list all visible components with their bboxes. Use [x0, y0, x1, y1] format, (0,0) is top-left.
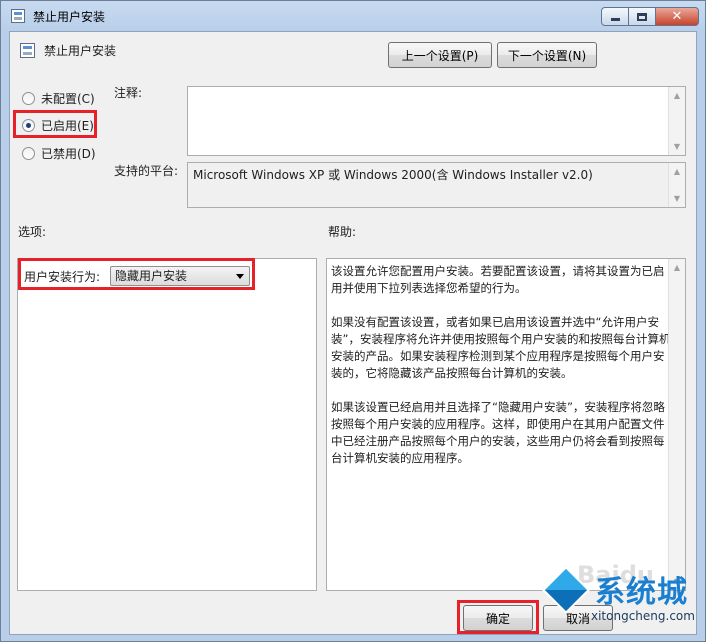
- scroll-down-icon[interactable]: ▼: [669, 190, 685, 207]
- help-scrollbar[interactable]: ▲ ▼: [668, 259, 685, 590]
- radio-label: 未配置(C): [41, 92, 95, 106]
- radio-circle[interactable]: [22, 147, 35, 160]
- maximize-button[interactable]: [628, 7, 656, 26]
- maximize-icon: [637, 12, 647, 21]
- radio-circle[interactable]: [22, 92, 35, 105]
- options-panel: 用户安装行为: 隐藏用户安装: [17, 258, 317, 591]
- title-bar[interactable]: 禁止用户安装 ✕: [1, 1, 705, 31]
- cancel-button[interactable]: 取消: [543, 605, 613, 631]
- scroll-up-icon[interactable]: ▲: [669, 163, 685, 180]
- comment-scrollbar[interactable]: ▲ ▼: [668, 87, 685, 155]
- help-paragraph: 如果该设置已经启用并且选择了“隐藏用户安装”，安装程序将忽略按照每个用户安装的应…: [331, 400, 665, 465]
- platform-field: Microsoft Windows XP 或 Windows 2000(含 Wi…: [187, 162, 686, 208]
- radio-not-configured[interactable]: 未配置(C): [22, 90, 95, 107]
- scroll-up-icon[interactable]: ▲: [669, 259, 685, 276]
- setting-name: 禁止用户安装: [44, 44, 117, 58]
- radio-disabled[interactable]: 已禁用(D): [22, 145, 96, 162]
- scroll-down-icon[interactable]: ▼: [669, 573, 685, 590]
- policy-setting-icon: [11, 9, 25, 23]
- policy-dialog-window: 禁止用户安装 ✕ 禁止用户安装 上一个设置(P) 下一个设置(N) 未配置(C)…: [0, 0, 706, 642]
- previous-setting-button[interactable]: 上一个设置(P): [388, 42, 492, 68]
- baidu-watermark: Baidu: [577, 561, 654, 589]
- platform-label: 支持的平台:: [114, 164, 179, 178]
- platform-scrollbar[interactable]: ▲ ▼: [668, 163, 685, 207]
- dialog-client-area: 禁止用户安装 上一个设置(P) 下一个设置(N) 未配置(C) 已启用(E) 已…: [9, 31, 697, 635]
- comment-textarea[interactable]: ▲ ▼: [187, 86, 686, 156]
- next-setting-button[interactable]: 下一个设置(N): [497, 42, 597, 68]
- help-text: 该设置允许您配置用户安装。若要配置该设置，请将其设置为已启用并使用下拉列表选择您…: [331, 263, 675, 484]
- close-button[interactable]: ✕: [655, 7, 699, 26]
- ok-highlight-box: [457, 600, 539, 634]
- minimize-button[interactable]: [601, 7, 629, 26]
- platform-value: Microsoft Windows XP 或 Windows 2000(含 Wi…: [193, 168, 593, 182]
- help-paragraph: 如果没有配置该设置，或者如果已启用该设置并选中“允许用户安装”，安装程序将允许并…: [331, 315, 671, 380]
- help-label: 帮助:: [328, 225, 357, 239]
- enabled-highlight-box: [13, 110, 97, 138]
- comment-label: 注释:: [114, 86, 143, 100]
- help-paragraph: 该设置允许您配置用户安装。若要配置该设置，请将其设置为已启用并使用下拉列表选择您…: [331, 264, 665, 295]
- window-controls: ✕: [601, 7, 699, 26]
- options-highlight-box: [18, 258, 255, 290]
- help-panel: 该设置允许您配置用户安装。若要配置该设置，请将其设置为已启用并使用下拉列表选择您…: [326, 258, 686, 591]
- radio-label: 已禁用(D): [41, 147, 96, 161]
- window-title: 禁止用户安装: [33, 10, 106, 24]
- options-label: 选项:: [18, 225, 47, 239]
- minimize-icon: [610, 18, 620, 21]
- scroll-down-icon[interactable]: ▼: [669, 138, 685, 155]
- scroll-up-icon[interactable]: ▲: [669, 87, 685, 104]
- close-icon: ✕: [671, 9, 683, 24]
- setting-icon: [20, 43, 35, 58]
